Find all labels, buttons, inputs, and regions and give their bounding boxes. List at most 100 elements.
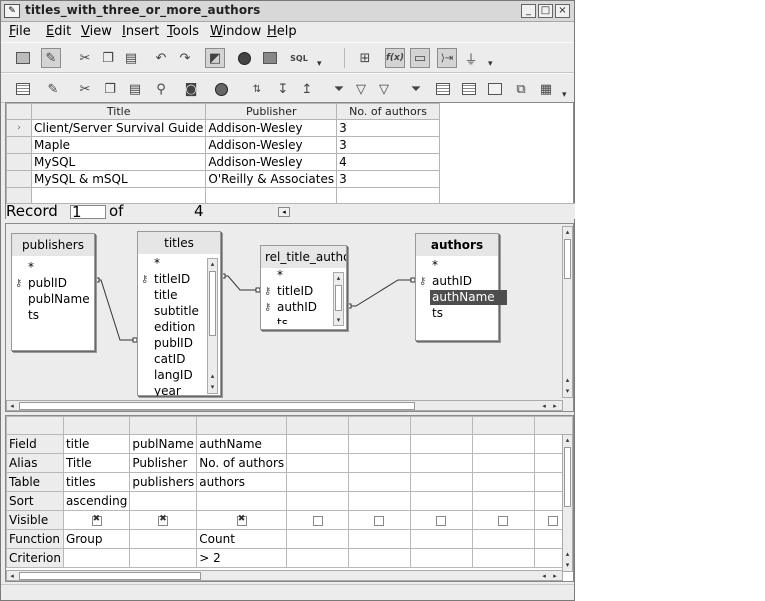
table-title-publishers[interactable]: publishers: [12, 234, 94, 256]
minimize-button[interactable]: _: [521, 4, 536, 18]
remove-filter-icon[interactable]: ▽: [374, 79, 394, 99]
search-record-icon[interactable]: ◙: [181, 79, 201, 99]
table-row[interactable]: MySQL Addison-Wesley 4: [6, 153, 441, 171]
cell-publisher[interactable]: Addison-Wesley: [205, 136, 338, 154]
field-authid[interactable]: authID: [419, 274, 472, 289]
cell-table[interactable]: titles: [62, 472, 131, 492]
column-header[interactable]: [471, 416, 535, 435]
new-record-row[interactable]: [6, 187, 441, 205]
scrollbar-thumb[interactable]: [209, 271, 216, 336]
cell-field[interactable]: [348, 434, 411, 454]
toolbar1-more2-icon[interactable]: ▾: [488, 51, 494, 69]
scroll-up-icon[interactable]: ▴: [208, 259, 217, 269]
design-pane-horizontal-scrollbar[interactable]: ◂ ◂ ▸: [6, 400, 563, 411]
scroll-down-icon[interactable]: ▾: [334, 315, 343, 325]
cell-alias[interactable]: Publisher: [129, 453, 198, 473]
table-window-publishers[interactable]: publishers * publID publName ts: [11, 233, 95, 351]
edit-data-icon[interactable]: ✎: [43, 79, 63, 99]
bibliography-icon[interactable]: ▦: [536, 79, 556, 99]
field-list-scrollbar[interactable]: ▴ ▴ ▾: [207, 258, 218, 394]
cell-sort[interactable]: [409, 491, 473, 511]
menu-help[interactable]: Help: [267, 24, 297, 39]
cell-table[interactable]: [409, 472, 473, 492]
scroll-up-icon[interactable]: ▴: [563, 435, 572, 445]
cell-field[interactable]: [286, 434, 350, 454]
scroll-up-icon[interactable]: ▴: [563, 227, 572, 237]
record-bar-scroll-icon[interactable]: ◂: [278, 207, 290, 217]
row-header[interactable]: [6, 153, 32, 171]
cell-function[interactable]: [286, 529, 350, 549]
explorer-icon[interactable]: ⧉: [511, 79, 531, 99]
cell-num-authors[interactable]: [336, 187, 441, 205]
field-all[interactable]: *: [277, 270, 283, 283]
cell-sort[interactable]: [196, 491, 288, 511]
visible-checkbox[interactable]: [312, 515, 323, 526]
cell-table[interactable]: [471, 472, 535, 492]
column-header[interactable]: [409, 416, 473, 435]
cell-criterion[interactable]: [348, 548, 411, 568]
table-window-titles[interactable]: titles * titleID title subtitle edition …: [137, 231, 221, 396]
row-header[interactable]: [6, 170, 32, 188]
cell-criterion[interactable]: [409, 548, 473, 568]
app-icon[interactable]: ✎: [4, 4, 20, 18]
cell-field[interactable]: title: [62, 434, 131, 454]
toolbar1-more-icon[interactable]: ▾: [317, 51, 323, 69]
undo-icon[interactable]: ↶: [151, 48, 171, 68]
field-titleid[interactable]: titleID: [264, 284, 313, 299]
standard-filter-icon[interactable]: ▽: [351, 79, 371, 99]
column-header[interactable]: [129, 416, 198, 435]
field-langid[interactable]: langID: [154, 368, 193, 383]
field-catid[interactable]: catID: [154, 352, 185, 367]
cell-publisher[interactable]: Addison-Wesley: [205, 153, 338, 171]
scroll-down-icon[interactable]: ▾: [563, 560, 572, 570]
table-title-titles[interactable]: titles: [138, 232, 220, 254]
visible-checkbox-checked[interactable]: [236, 514, 247, 526]
cell-alias[interactable]: [286, 453, 350, 473]
cell-table[interactable]: publishers: [129, 472, 198, 492]
field-authid[interactable]: authID: [264, 300, 317, 315]
table-title-authors[interactable]: authors: [416, 234, 498, 256]
cut-icon[interactable]: ✂: [75, 79, 95, 99]
field-all[interactable]: *: [154, 256, 160, 271]
cell-alias[interactable]: [471, 453, 535, 473]
table-row[interactable]: › Client/Server Survival Guide Addison-W…: [6, 119, 441, 137]
sort-desc-icon[interactable]: ↥: [297, 79, 317, 99]
cell-function[interactable]: [348, 529, 411, 549]
scrollbar-thumb[interactable]: [19, 402, 415, 410]
cell-field[interactable]: publName: [129, 434, 198, 454]
cell-criterion[interactable]: [129, 548, 198, 568]
sort-asc-icon[interactable]: ↧: [273, 79, 293, 99]
table-name-icon[interactable]: ▭: [410, 48, 430, 68]
field-authname-selected[interactable]: authName: [430, 290, 507, 305]
column-header[interactable]: [533, 416, 573, 435]
cell-num-authors[interactable]: 3: [336, 119, 441, 137]
scroll-down-icon[interactable]: ▾: [208, 382, 217, 392]
cell-function[interactable]: Group: [62, 529, 131, 549]
add-tables-icon[interactable]: ⊞: [355, 48, 375, 68]
relation-line-titleid[interactable]: [221, 275, 259, 291]
apply-filter-icon[interactable]: ⏷: [406, 79, 426, 99]
close-button[interactable]: ×: [555, 4, 570, 18]
column-header[interactable]: [196, 416, 288, 435]
visible-checkbox[interactable]: [436, 515, 447, 526]
visible-checkbox-checked[interactable]: [158, 514, 169, 526]
copy-icon[interactable]: ❐: [100, 79, 120, 99]
mail-merge-icon[interactable]: [485, 79, 505, 99]
cell-title[interactable]: Maple: [30, 136, 207, 154]
paste-icon[interactable]: ▤: [121, 48, 141, 68]
scroll-down-icon[interactable]: ▾: [563, 386, 572, 396]
current-row-marker[interactable]: ›: [6, 119, 32, 137]
cell-publisher[interactable]: Addison-Wesley: [205, 119, 338, 137]
column-header-num-authors[interactable]: No. of authors: [336, 103, 441, 120]
refresh-icon[interactable]: [211, 79, 231, 99]
title-bar[interactable]: ✎ titles_with_three_or_more_authors _ □ …: [1, 1, 574, 22]
relation-line-authid[interactable]: [347, 279, 414, 307]
cell-field[interactable]: authName: [196, 434, 288, 454]
field-publname[interactable]: publName: [28, 292, 90, 307]
scroll-left-icon[interactable]: ◂: [7, 571, 17, 581]
column-header-title[interactable]: Title: [30, 103, 207, 120]
cell-table[interactable]: [286, 472, 350, 492]
cell-function[interactable]: [409, 529, 473, 549]
table-title-rel-title-author[interactable]: rel_title_author: [261, 246, 346, 268]
scroll-left-icon[interactable]: ◂: [539, 571, 549, 581]
